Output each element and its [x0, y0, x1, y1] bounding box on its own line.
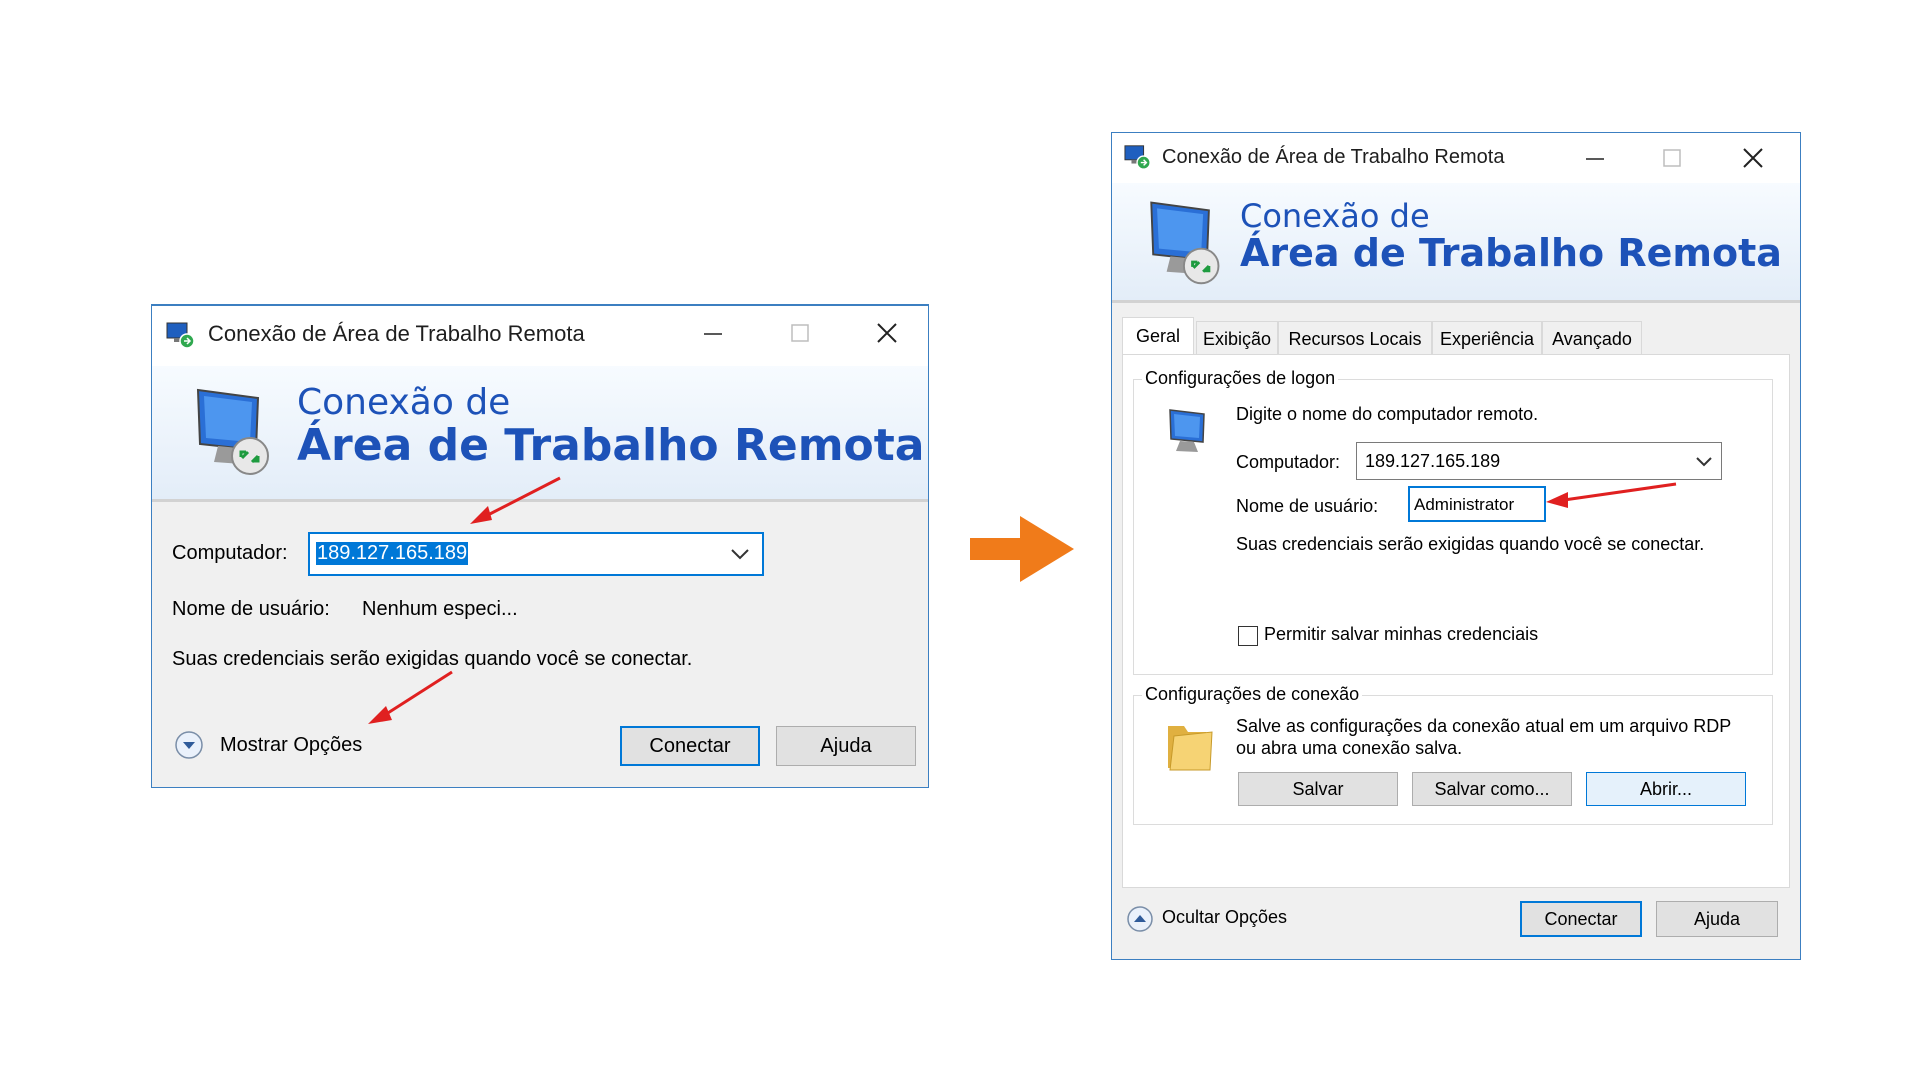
- help-button[interactable]: Ajuda: [776, 726, 916, 766]
- help-button-label: Ajuda: [1693, 909, 1741, 929]
- tab-label: Avançado: [1552, 329, 1632, 349]
- tab-label: Experiência: [1439, 329, 1535, 349]
- left-title-bar: Conexão de Área de Trabalho Remota: [152, 306, 928, 366]
- annotation-arrow-username: [1546, 482, 1677, 508]
- orange-arrow-icon: [970, 516, 1074, 582]
- minimize-icon[interactable]: [692, 318, 732, 348]
- save-credentials-checkbox[interactable]: [1238, 626, 1258, 646]
- save-button[interactable]: Salvar: [1238, 772, 1398, 806]
- tab-experiencia[interactable]: Experiência: [1432, 321, 1542, 355]
- connect-button[interactable]: Conectar: [1520, 901, 1642, 937]
- close-icon[interactable]: [866, 318, 906, 348]
- banner-title-line1: Conexão de: [1240, 197, 1430, 235]
- connection-hint-line2: ou abra uma conexão salva.: [1236, 738, 1463, 758]
- open-button-label: Abrir...: [1639, 779, 1692, 799]
- logon-hint: Digite o nome do computador remoto.: [1236, 404, 1539, 424]
- chevron-down-icon[interactable]: [1693, 452, 1715, 472]
- credentials-note: Suas credenciais serão exigidas quando v…: [1236, 534, 1705, 554]
- tab-recursos-locais[interactable]: Recursos Locais: [1278, 321, 1432, 355]
- computer-value[interactable]: 189.127.165.189: [1365, 451, 1500, 472]
- save-as-button[interactable]: Salvar como...: [1412, 772, 1572, 806]
- annotation-arrow-options: [368, 670, 453, 724]
- computer-combobox[interactable]: 189.127.165.189: [1356, 442, 1722, 480]
- connect-button-label: Conectar: [649, 735, 731, 757]
- remote-desktop-icon: [1124, 143, 1152, 171]
- folder-icon: [1162, 716, 1218, 776]
- expand-options-icon[interactable]: [174, 730, 204, 760]
- save-button-label: Salvar: [1292, 779, 1344, 799]
- computer-label: Computador:: [172, 542, 288, 564]
- show-options-link[interactable]: Mostrar Opções: [220, 734, 362, 757]
- tab-geral[interactable]: Geral: [1122, 317, 1194, 355]
- computer-label: Computador:: [1236, 452, 1341, 472]
- connection-group-title: Configurações de conexão: [1142, 684, 1363, 705]
- right-rdp-dialog: Conexão de Área de Trabalho Remota Conex…: [1111, 132, 1801, 960]
- maximize-icon[interactable]: [780, 318, 820, 348]
- tab-exibicao[interactable]: Exibição: [1196, 321, 1278, 355]
- connect-button[interactable]: Conectar: [620, 726, 760, 766]
- computer-icon: [180, 380, 280, 480]
- computer-combobox[interactable]: 189.127.165.189: [308, 532, 764, 576]
- username-value: Nenhum especi...: [362, 598, 518, 620]
- minimize-icon[interactable]: [1574, 143, 1614, 173]
- computer-value-selected[interactable]: 189.127.165.189: [316, 542, 469, 565]
- header-banner: Conexão de Área de Trabalho Remota: [1112, 183, 1800, 303]
- window-title: Conexão de Área de Trabalho Remota: [208, 321, 585, 346]
- username-label: Nome de usuário:: [172, 598, 330, 620]
- banner-title-line2: Área de Trabalho Remota: [1240, 231, 1782, 275]
- collapse-options-icon[interactable]: [1126, 905, 1154, 933]
- tab-label: Geral: [1135, 326, 1180, 346]
- save-as-button-label: Salvar como...: [1434, 779, 1550, 799]
- maximize-icon[interactable]: [1652, 143, 1692, 173]
- tab-label: Exibição: [1202, 329, 1272, 349]
- username-label: Nome de usuário:: [1236, 496, 1379, 516]
- remote-desktop-icon: [166, 320, 196, 350]
- right-title-bar: Conexão de Área de Trabalho Remota: [1112, 133, 1800, 183]
- banner-title-line2: Área de Trabalho Remota: [297, 420, 925, 471]
- open-button[interactable]: Abrir...: [1586, 772, 1746, 806]
- tab-panel-geral: Configurações de logon Digite o nome do …: [1122, 354, 1790, 888]
- close-icon[interactable]: [1732, 143, 1772, 173]
- logon-settings-group: Configurações de logon Digite o nome do …: [1133, 368, 1773, 675]
- connection-hint-line1: Salve as configurações da conexão atual …: [1236, 716, 1732, 736]
- tab-avancado[interactable]: Avançado: [1542, 321, 1642, 355]
- save-credentials-label[interactable]: Permitir salvar minhas credenciais: [1264, 624, 1538, 645]
- connection-settings-group: Configurações de conexão Salve as config…: [1133, 684, 1773, 825]
- tab-label: Recursos Locais: [1288, 329, 1422, 349]
- connect-button-label: Conectar: [1544, 909, 1618, 929]
- help-button[interactable]: Ajuda: [1656, 901, 1778, 937]
- window-title: Conexão de Área de Trabalho Remota: [1162, 146, 1505, 168]
- banner-title-line1: Conexão de: [297, 382, 511, 423]
- annotation-arrow-computer: [470, 476, 561, 524]
- username-value[interactable]: Administrator: [1414, 495, 1514, 515]
- chevron-down-icon[interactable]: [728, 544, 752, 564]
- left-rdp-dialog: Conexão de Área de Trabalho Remota Conex…: [151, 304, 929, 788]
- computer-icon: [1160, 406, 1216, 458]
- hide-options-link[interactable]: Ocultar Opções: [1162, 907, 1287, 928]
- logon-group-title: Configurações de logon: [1142, 368, 1339, 389]
- username-input[interactable]: Administrator: [1408, 486, 1546, 522]
- computer-icon: [1134, 193, 1230, 289]
- help-button-label: Ajuda: [820, 735, 872, 757]
